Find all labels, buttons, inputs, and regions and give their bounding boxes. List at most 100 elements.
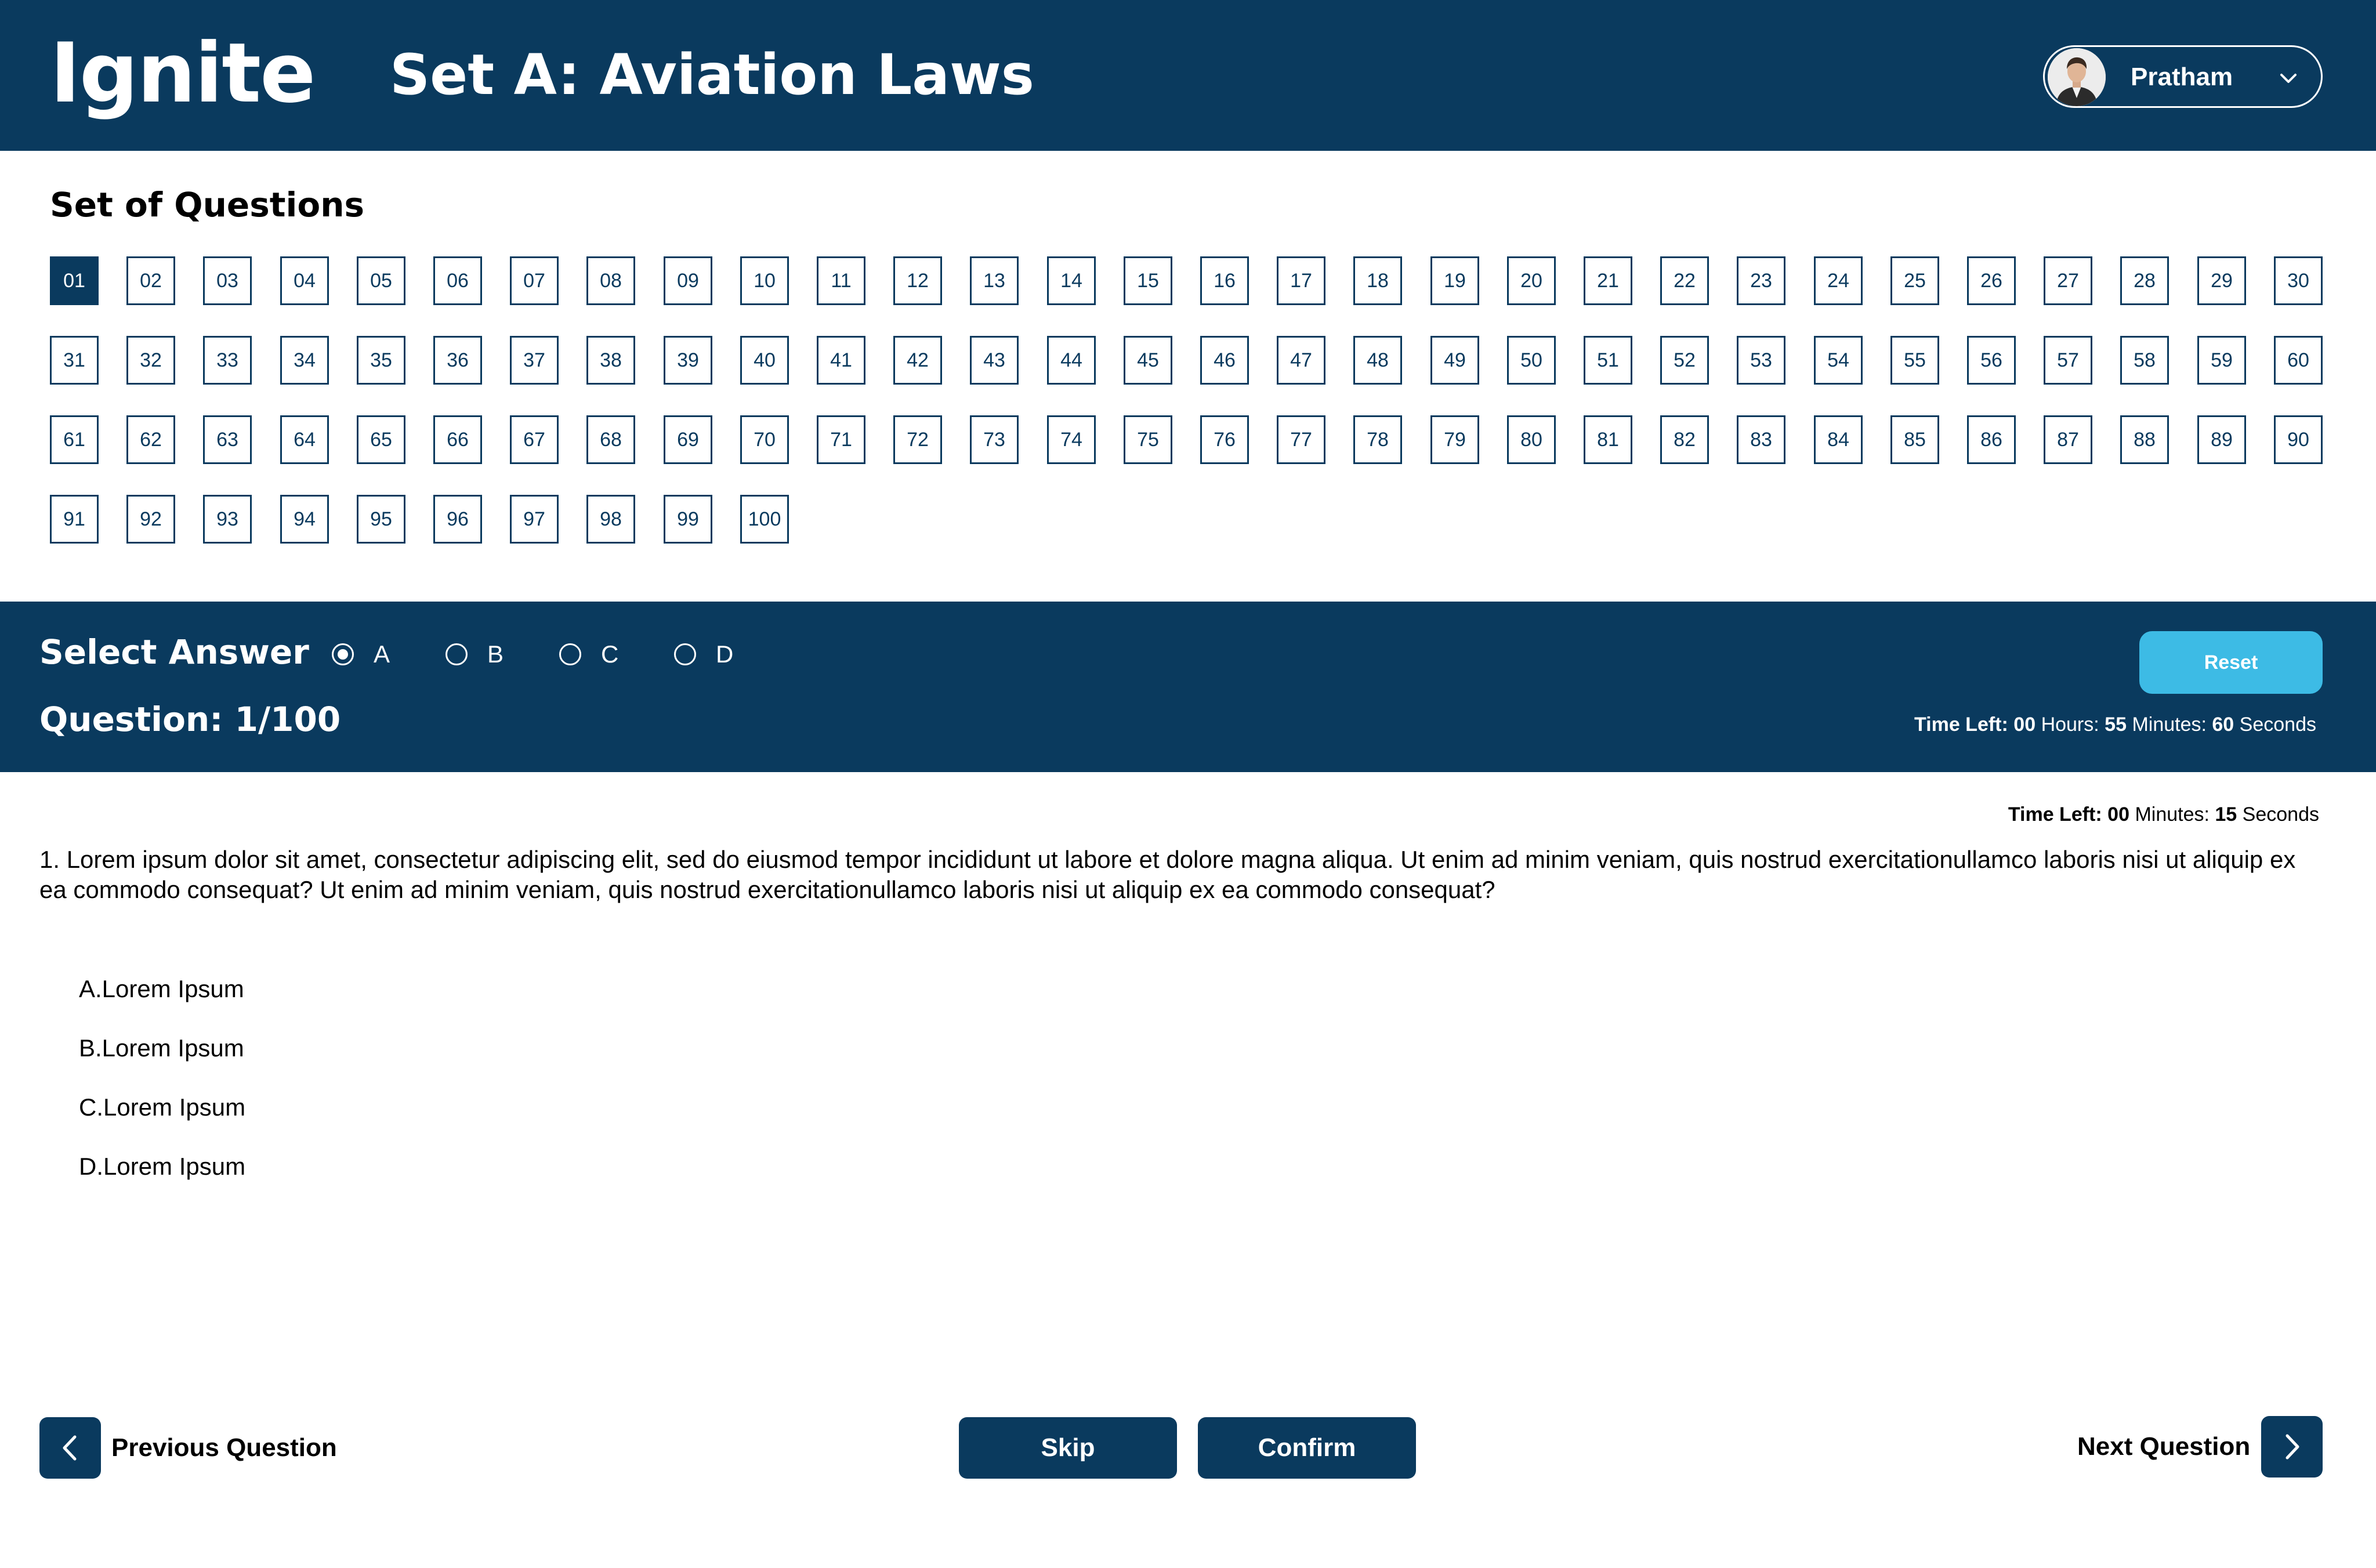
next-question-label[interactable]: Next Question [2077,1432,2250,1462]
question-number-94[interactable]: 94 [280,495,329,544]
question-number-43[interactable]: 43 [970,336,1019,385]
question-number-92[interactable]: 92 [126,495,175,544]
question-number-34[interactable]: 34 [280,336,329,385]
question-number-15[interactable]: 15 [1124,256,1172,305]
question-number-52[interactable]: 52 [1660,336,1709,385]
answer-option-a[interactable]: A.Lorem Ipsum [79,975,427,1004]
question-number-66[interactable]: 66 [433,415,482,464]
question-number-55[interactable]: 55 [1890,336,1939,385]
question-number-71[interactable]: 71 [817,415,865,464]
question-number-06[interactable]: 06 [433,256,482,305]
question-number-29[interactable]: 29 [2197,256,2246,305]
question-number-58[interactable]: 58 [2120,336,2169,385]
answer-option-b[interactable]: B.Lorem Ipsum [79,1034,427,1063]
question-number-49[interactable]: 49 [1430,336,1479,385]
question-number-05[interactable]: 05 [357,256,405,305]
question-number-46[interactable]: 46 [1200,336,1249,385]
question-number-84[interactable]: 84 [1814,415,1863,464]
question-number-100[interactable]: 100 [740,495,789,544]
question-number-61[interactable]: 61 [50,415,99,464]
question-number-59[interactable]: 59 [2197,336,2246,385]
question-number-26[interactable]: 26 [1967,256,2016,305]
question-number-67[interactable]: 67 [510,415,559,464]
question-number-17[interactable]: 17 [1277,256,1325,305]
question-number-54[interactable]: 54 [1814,336,1863,385]
question-number-69[interactable]: 69 [664,415,712,464]
question-number-41[interactable]: 41 [817,336,865,385]
question-number-93[interactable]: 93 [203,495,252,544]
question-number-62[interactable]: 62 [126,415,175,464]
question-number-28[interactable]: 28 [2120,256,2169,305]
question-number-77[interactable]: 77 [1277,415,1325,464]
question-number-01[interactable]: 01 [50,256,99,305]
question-number-22[interactable]: 22 [1660,256,1709,305]
question-number-27[interactable]: 27 [2044,256,2092,305]
question-number-57[interactable]: 57 [2044,336,2092,385]
question-number-13[interactable]: 13 [970,256,1019,305]
next-question-button[interactable] [2261,1416,2323,1478]
answer-option-c[interactable]: C.Lorem Ipsum [79,1093,427,1122]
question-number-99[interactable]: 99 [664,495,712,544]
question-number-36[interactable]: 36 [433,336,482,385]
question-number-20[interactable]: 20 [1507,256,1556,305]
question-number-76[interactable]: 76 [1200,415,1249,464]
question-number-16[interactable]: 16 [1200,256,1249,305]
question-number-83[interactable]: 83 [1737,415,1785,464]
question-number-50[interactable]: 50 [1507,336,1556,385]
question-number-02[interactable]: 02 [126,256,175,305]
question-number-35[interactable]: 35 [357,336,405,385]
question-number-37[interactable]: 37 [510,336,559,385]
question-number-89[interactable]: 89 [2197,415,2246,464]
question-number-30[interactable]: 30 [2274,256,2323,305]
question-number-64[interactable]: 64 [280,415,329,464]
question-number-38[interactable]: 38 [586,336,635,385]
question-number-82[interactable]: 82 [1660,415,1709,464]
question-number-44[interactable]: 44 [1047,336,1096,385]
question-number-60[interactable]: 60 [2274,336,2323,385]
question-number-04[interactable]: 04 [280,256,329,305]
skip-button[interactable]: Skip [959,1417,1177,1479]
question-number-75[interactable]: 75 [1124,415,1172,464]
question-number-65[interactable]: 65 [357,415,405,464]
question-number-78[interactable]: 78 [1353,415,1402,464]
question-number-31[interactable]: 31 [50,336,99,385]
question-number-03[interactable]: 03 [203,256,252,305]
question-number-42[interactable]: 42 [893,336,942,385]
question-number-90[interactable]: 90 [2274,415,2323,464]
question-number-24[interactable]: 24 [1814,256,1863,305]
question-number-51[interactable]: 51 [1584,336,1632,385]
question-number-18[interactable]: 18 [1353,256,1402,305]
question-number-32[interactable]: 32 [126,336,175,385]
question-number-10[interactable]: 10 [740,256,789,305]
question-number-14[interactable]: 14 [1047,256,1096,305]
question-number-80[interactable]: 80 [1507,415,1556,464]
previous-question-button[interactable] [39,1417,101,1479]
question-number-12[interactable]: 12 [893,256,942,305]
question-number-33[interactable]: 33 [203,336,252,385]
answer-option-d[interactable]: D.Lorem Ipsum [79,1152,427,1181]
question-number-45[interactable]: 45 [1124,336,1172,385]
question-number-68[interactable]: 68 [586,415,635,464]
question-number-23[interactable]: 23 [1737,256,1785,305]
question-number-08[interactable]: 08 [586,256,635,305]
question-number-39[interactable]: 39 [664,336,712,385]
brand-logo[interactable]: Ignite [50,24,316,123]
question-number-91[interactable]: 91 [50,495,99,544]
question-number-86[interactable]: 86 [1967,415,2016,464]
question-number-70[interactable]: 70 [740,415,789,464]
reset-button[interactable]: Reset [2139,631,2323,694]
question-number-63[interactable]: 63 [203,415,252,464]
question-number-48[interactable]: 48 [1353,336,1402,385]
user-menu[interactable]: Pratham [2043,45,2323,108]
question-number-56[interactable]: 56 [1967,336,2016,385]
question-number-09[interactable]: 09 [664,256,712,305]
question-number-40[interactable]: 40 [740,336,789,385]
question-number-11[interactable]: 11 [817,256,865,305]
question-number-98[interactable]: 98 [586,495,635,544]
question-number-07[interactable]: 07 [510,256,559,305]
question-number-73[interactable]: 73 [970,415,1019,464]
question-number-74[interactable]: 74 [1047,415,1096,464]
previous-question-label[interactable]: Previous Question [111,1433,337,1463]
question-number-81[interactable]: 81 [1584,415,1632,464]
confirm-button[interactable]: Confirm [1198,1417,1416,1479]
